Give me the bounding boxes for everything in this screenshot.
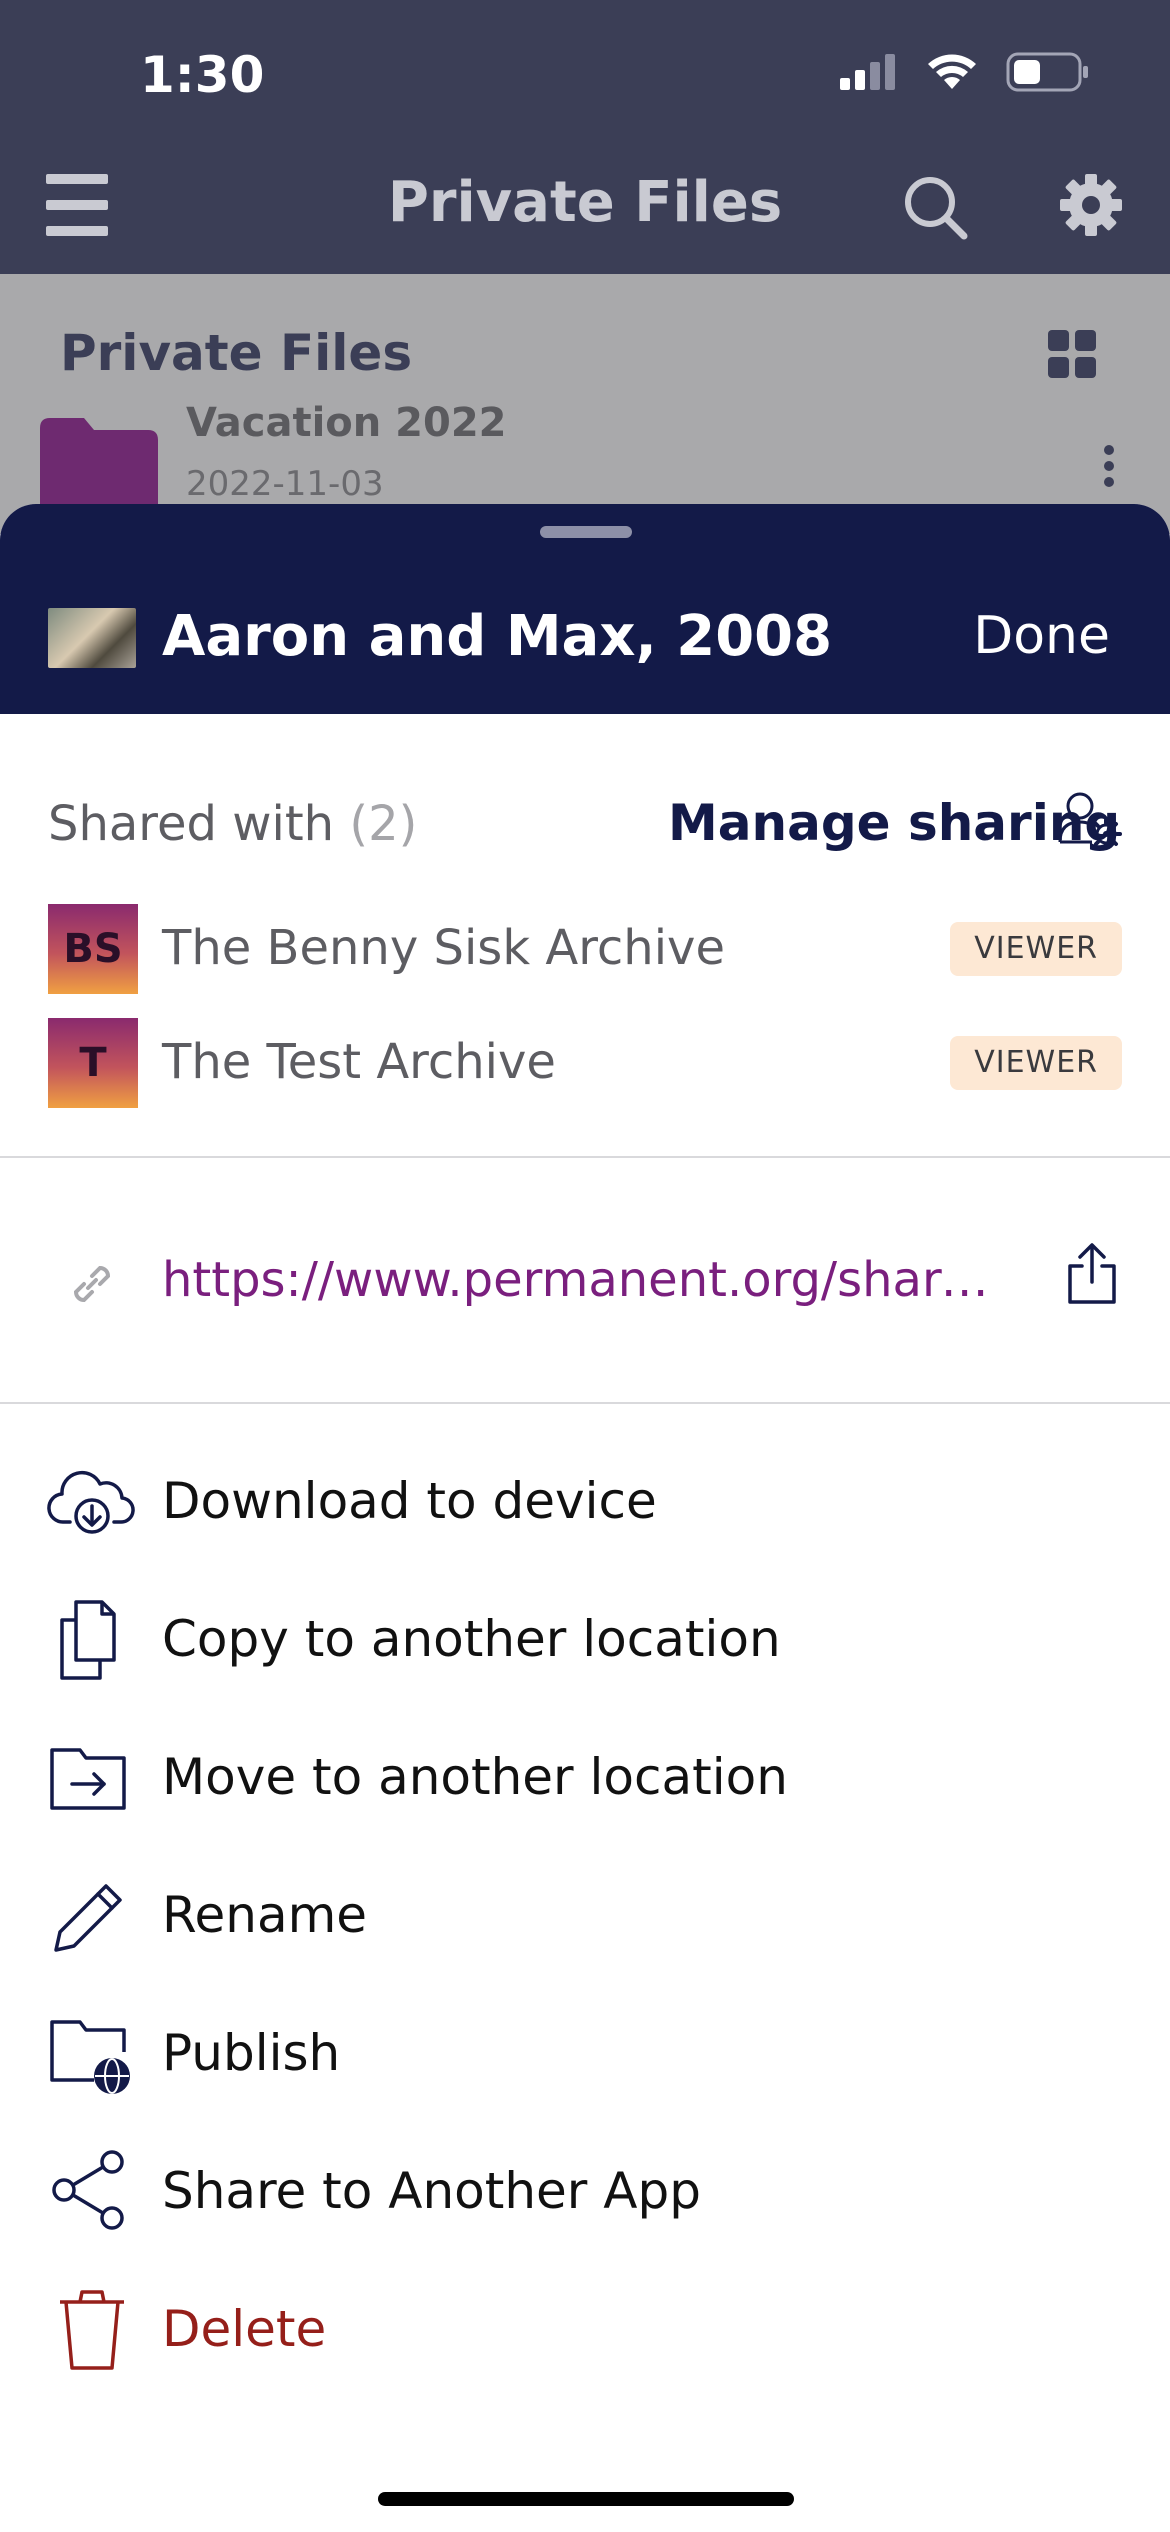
copy-to-another-location-button[interactable]: Copy to another location [46,1586,1126,1686]
action-label: Download to device [162,1472,657,1530]
nav-title: Private Files [387,170,783,235]
share-row[interactable]: T The Test Archive VIEWER [48,1018,1122,1108]
status-icons [840,52,1090,92]
action-label: Move to another location [162,1748,788,1806]
copy-icon [60,1600,116,1680]
wifi-icon [928,54,976,89]
home-indicator [378,2492,794,2506]
link-icon [73,1265,111,1303]
share-nodes-icon [52,2150,124,2230]
share-row[interactable]: BS The Benny Sisk Archive VIEWER [48,904,1122,994]
file-list-backdrop: Private Files Vacation 2022 2022-11-03 [0,274,1170,534]
archive-avatar: BS [48,904,138,994]
status-bar: 1:30 [0,0,1170,150]
rename-button[interactable]: Rename [46,1862,1126,1962]
action-label: Rename [162,1886,368,1944]
folder-icon [40,418,158,508]
section-title: Private Files [60,324,413,382]
action-sheet: Aaron and Max, 2008 Done Shared with (2)… [0,504,1170,2532]
archive-name: The Benny Sisk Archive [162,920,725,976]
divider [0,1156,1170,1158]
signal-icon [840,54,895,90]
share-icon[interactable] [1066,1242,1118,1306]
cloud-download-icon [47,1470,135,1534]
action-label: Delete [162,2300,327,2358]
more-options-icon[interactable] [1102,444,1116,488]
battery-icon [1006,52,1088,92]
publish-button[interactable]: Publish [46,2000,1126,2100]
move-folder-icon [50,1748,126,1810]
shared-count: (2) [349,796,418,852]
action-label: Share to Another App [162,2162,701,2220]
archive-name: The Test Archive [162,1034,556,1090]
drag-handle[interactable] [540,526,632,538]
download-to-device-button[interactable]: Download to device [46,1448,1126,1548]
sheet-title: Aaron and Max, 2008 [162,604,833,669]
folder-name[interactable]: Vacation 2022 [186,400,507,446]
gear-icon[interactable] [1058,172,1124,238]
move-to-another-location-button[interactable]: Move to another location [46,1724,1126,1824]
nav-bar: Private Files [0,150,1170,274]
folder-globe-icon [50,2020,130,2094]
sheet-header: Aaron and Max, 2008 Done [0,504,1170,714]
shared-with-label: Shared with (2) [48,796,417,852]
file-thumbnail [48,608,136,668]
trash-icon [60,2290,124,2370]
done-button[interactable]: Done [973,606,1110,666]
action-label: Copy to another location [162,1610,781,1668]
share-link[interactable]: https://www.permanent.org/share/... [162,1252,992,1308]
pencil-icon [54,1884,122,1952]
user-settings-icon[interactable] [1058,790,1124,850]
role-badge: VIEWER [950,1036,1122,1090]
delete-button[interactable]: Delete [46,2276,1126,2376]
shared-with-text: Shared with [48,796,335,852]
search-icon[interactable] [900,172,970,242]
status-time: 1:30 [140,46,265,104]
grid-view-icon[interactable] [1048,330,1098,380]
folder-date: 2022-11-03 [186,464,384,504]
manage-sharing-button[interactable]: Manage sharing [668,794,1120,852]
share-to-another-app-button[interactable]: Share to Another App [46,2138,1126,2238]
action-label: Publish [162,2024,341,2082]
divider [0,1402,1170,1404]
role-badge: VIEWER [950,922,1122,976]
archive-avatar: T [48,1018,138,1108]
screen: 1:30 Private Files Private Files Vacatio… [0,0,1170,2532]
